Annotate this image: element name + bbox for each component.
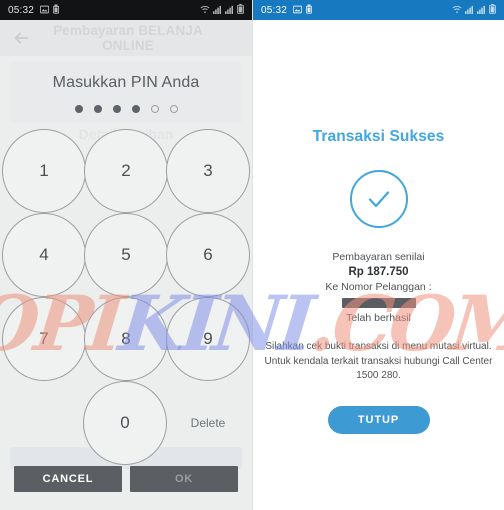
note-line-2: Untuk kendala terkait transaksi hubungi … (264, 355, 493, 367)
keypad-key-5[interactable]: 5 (84, 213, 168, 297)
status-bar-clock: 05:32 (261, 4, 288, 16)
success-title: Transaksi Sukses (312, 128, 445, 145)
page-title: Pembayaran BELANJA ONLINE (53, 23, 203, 53)
action-button-bar: CANCEL OK (0, 466, 252, 492)
keypad-key-1[interactable]: 1 (2, 129, 86, 213)
signal-icon (465, 1, 474, 19)
keypad-key-4[interactable]: 4 (2, 213, 86, 297)
keypad-blank-cell (0, 381, 84, 465)
detail-amount-value: Rp 187.750 (348, 266, 409, 278)
pin-prompt-label: Masukkan PIN Anda (52, 74, 200, 91)
keypad-key-9[interactable]: 9 (166, 297, 250, 381)
image-icon (39, 1, 50, 19)
status-bar-right: 05:32 (253, 0, 504, 20)
image-icon (292, 1, 303, 19)
pin-dot-empty (169, 105, 178, 113)
success-content: Transaksi Sukses Pembayaran senilai Rp 1… (253, 20, 504, 434)
back-arrow-icon[interactable] (10, 27, 32, 49)
keypad-delete-button[interactable]: Delete (166, 381, 250, 465)
status-bar-system-icons (200, 1, 244, 19)
pin-dot-empty (150, 105, 159, 113)
pin-dots-indicator (10, 105, 242, 113)
detail-customer-label: Ke Nomor Pelanggan : (325, 281, 432, 293)
close-button-wrap: TUTUP (253, 405, 504, 434)
keypad-row: 0 Delete (0, 381, 252, 465)
keypad-row: 1 2 3 (0, 129, 252, 213)
battery-icon (489, 1, 496, 19)
status-bar-system-icons (452, 1, 496, 19)
detail-status-label: Telah berhasil (346, 312, 411, 324)
pin-dot-filled (93, 105, 102, 113)
ok-button[interactable]: OK (130, 466, 238, 492)
keypad-key-0[interactable]: 0 (83, 381, 167, 465)
usb-icon (52, 1, 60, 19)
signal-icon (213, 1, 222, 19)
keypad-key-7[interactable]: 7 (2, 297, 86, 381)
pin-dot-filled (74, 105, 83, 113)
keypad-key-6[interactable]: 6 (166, 213, 250, 297)
detail-payment-label: Pembayaran senilai (332, 251, 425, 263)
transaction-note: Silahkan cek bukti transaksi di menu mut… (253, 340, 504, 384)
numeric-keypad: 1 2 3 4 5 6 7 8 9 0 Delete (0, 129, 252, 465)
keypad-key-8[interactable]: 8 (84, 297, 168, 381)
pin-card: Masukkan PIN Anda Detail Tagihan (10, 62, 242, 142)
app-bar: Pembayaran BELANJA ONLINE (0, 20, 252, 56)
keypad-row: 4 5 6 (0, 213, 252, 297)
wifi-icon (200, 1, 210, 19)
wifi-icon (452, 1, 462, 19)
transaction-success-screen: 05:32 Transaksi Sukses Pembayaran senila… (252, 0, 504, 510)
status-bar-left: 05:32 (0, 0, 252, 20)
keypad-key-2[interactable]: 2 (84, 129, 168, 213)
check-circle-icon (349, 170, 408, 228)
note-line-3: 1500 280. (356, 370, 401, 381)
pin-dot-filled (112, 105, 121, 113)
dual-screenshot-container: 05:32 Pembayaran BELANJA ONLINE Masukkan… (0, 0, 504, 510)
pin-dot-filled (131, 105, 140, 113)
usb-icon (305, 1, 313, 19)
signal-icon (225, 1, 234, 19)
status-bar-notification-icons (39, 1, 60, 19)
transaction-details: Pembayaran senilai Rp 187.750 Ke Nomor P… (253, 250, 504, 326)
battery-icon (237, 1, 244, 19)
redacted-customer-number (341, 298, 416, 308)
keypad-row: 7 8 9 (0, 297, 252, 381)
status-bar-notification-icons (292, 1, 313, 19)
signal-icon (477, 1, 486, 19)
status-bar-clock: 05:32 (8, 4, 35, 16)
keypad-key-3[interactable]: 3 (166, 129, 250, 213)
pin-entry-screen: 05:32 Pembayaran BELANJA ONLINE Masukkan… (0, 0, 252, 510)
note-line-1: Silahkan cek bukti transaksi di menu mut… (265, 341, 492, 352)
close-button[interactable]: TUTUP (327, 405, 430, 434)
cancel-button[interactable]: CANCEL (14, 466, 122, 492)
